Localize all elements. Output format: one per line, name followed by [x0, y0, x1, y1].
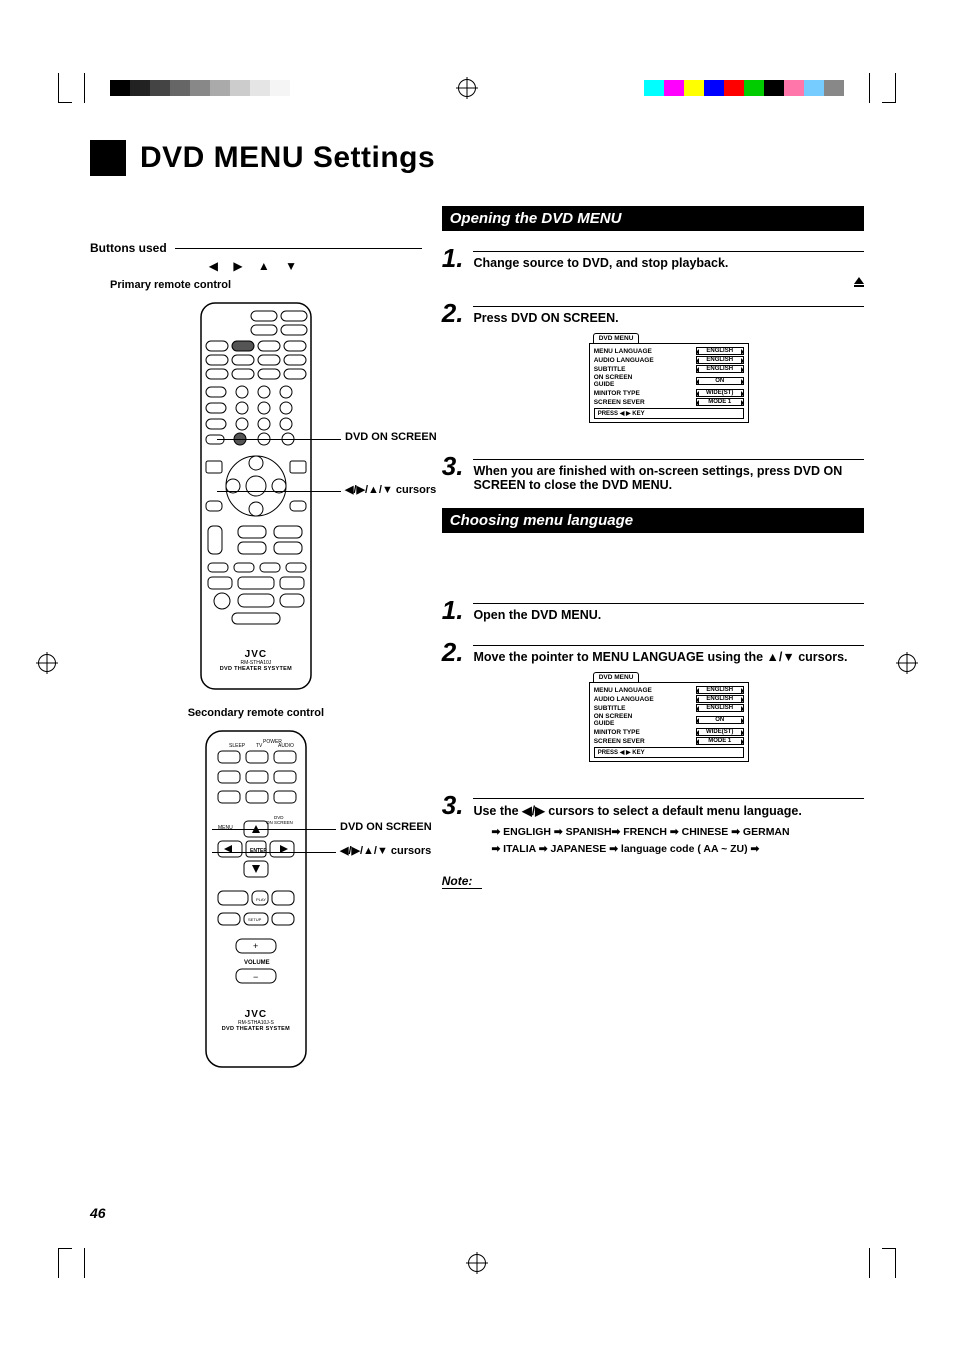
callout-dvd-on-screen: DVD ON SCREEN	[340, 821, 432, 833]
section-opening-dvd-menu: Opening the DVD MENU	[442, 206, 864, 231]
secondary-remote-label: Secondary remote control	[90, 707, 422, 719]
cursor-arrows-label: ◀ ▶ ▲ ▼	[90, 259, 422, 273]
dvd-menu-table: DVD MENU MENU LANGUAGEENGLISH AUDIO LANG…	[589, 672, 749, 762]
svg-text:PLAY: PLAY	[256, 897, 266, 902]
svg-text:SETUP: SETUP	[248, 917, 262, 922]
step-text: Open the DVD MENU.	[473, 608, 601, 622]
eject-icon	[854, 277, 864, 284]
callout-cursors: ◀/▶/▲/▼ cursors	[340, 844, 431, 857]
print-marks-top	[0, 68, 954, 108]
registration-mark-icon	[898, 654, 916, 672]
registration-mark-icon	[458, 79, 476, 97]
svg-text:SLEEP: SLEEP	[229, 743, 246, 749]
divider-line	[175, 248, 422, 249]
step-text: Use the ◀/▶ cursors to select a default …	[473, 804, 801, 818]
grayscale-bar	[110, 80, 290, 96]
section-choosing-menu-language: Choosing menu language	[442, 508, 864, 533]
svg-text:ON SCREEN: ON SCREEN	[266, 820, 293, 825]
jvc-logo: JVC	[90, 649, 422, 660]
step-number: 3	[442, 792, 464, 818]
step-number: 3	[442, 453, 464, 479]
step-text: Press DVD ON SCREEN.	[473, 311, 618, 325]
registration-mark-icon	[38, 654, 56, 672]
print-marks-bottom	[0, 1243, 954, 1283]
step-text: When you are finished with on-screen set…	[473, 464, 842, 492]
title-block-icon	[90, 140, 126, 176]
step-number: 2	[442, 639, 464, 665]
buttons-used-label: Buttons used	[90, 241, 167, 255]
step-text: Move the pointer to MENU LANGUAGE using …	[473, 650, 847, 664]
step-number: 2	[442, 300, 464, 326]
note-label: Note:	[442, 874, 482, 889]
page-number: 46	[90, 1205, 106, 1221]
svg-text:MENU: MENU	[218, 825, 233, 831]
theater-system-label: DVD THEATER SYSTEM	[90, 1026, 422, 1032]
svg-text:VOLUME: VOLUME	[244, 960, 270, 966]
registration-mark-icon	[468, 1254, 486, 1272]
step-number: 1	[442, 245, 464, 271]
svg-text:+: +	[253, 941, 258, 951]
page-title: DVD MENU Settings	[140, 141, 435, 175]
svg-text:POWER: POWER	[263, 739, 282, 745]
callout-cursors: ◀/▶/▲/▼ cursors	[345, 483, 436, 496]
primary-remote-label: Primary remote control	[110, 279, 422, 291]
svg-text:TV: TV	[256, 743, 263, 749]
callout-dvd-on-screen: DVD ON SCREEN	[345, 431, 437, 443]
primary-remote-illustration	[196, 301, 316, 691]
dvd-menu-table: DVD MENU MENU LANGUAGEENGLISH AUDIO LANG…	[589, 333, 749, 423]
color-bar	[644, 80, 844, 96]
svg-text:−: −	[253, 972, 258, 982]
theater-system-label: DVD THEATER SYSYTEM	[90, 666, 422, 672]
step-text: Change source to DVD, and stop playback.	[473, 256, 728, 270]
step-number: 1	[442, 597, 464, 623]
language-chain: ➡ ENGLIGH ➡ SPANISH➡ FRENCH ➡ CHINESE ➡ …	[491, 824, 864, 858]
page-title-bar: DVD MENU Settings	[90, 140, 864, 176]
jvc-logo: JVC	[90, 1009, 422, 1020]
svg-text:ENTER: ENTER	[250, 848, 267, 854]
